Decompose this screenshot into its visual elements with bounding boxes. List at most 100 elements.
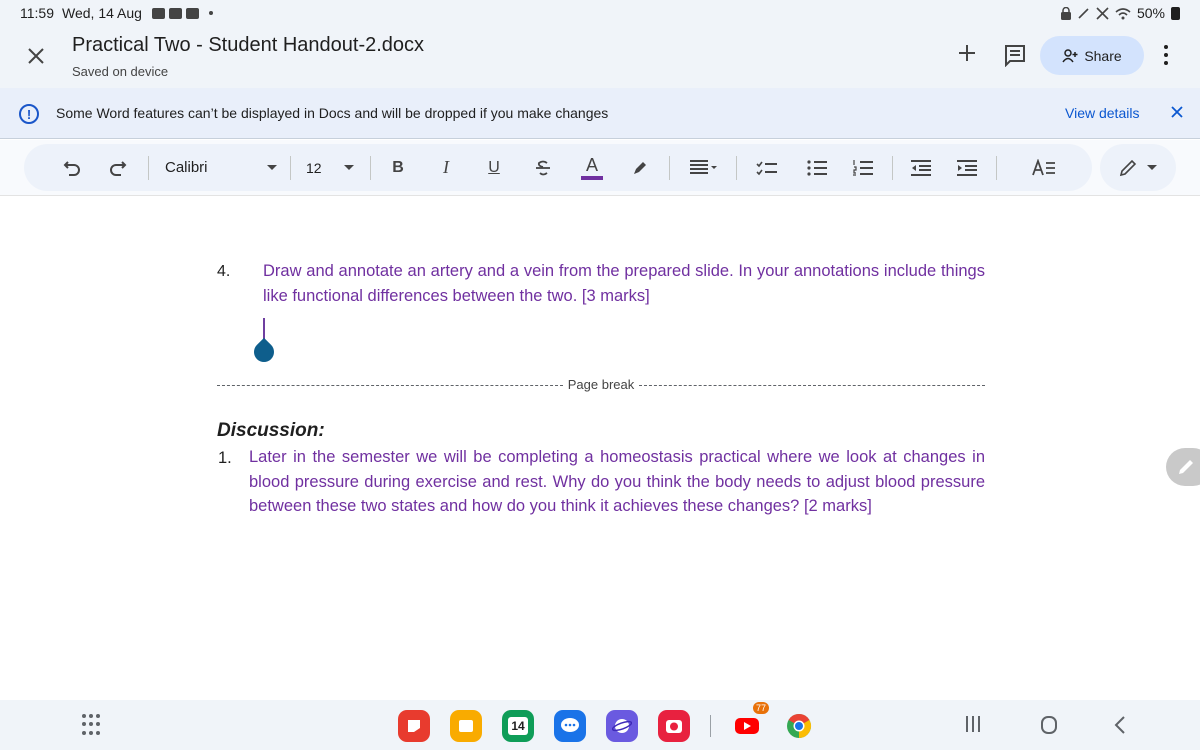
lens-icon bbox=[666, 720, 682, 733]
numbered-list-button[interactable] bbox=[850, 144, 876, 191]
bulleted-list-icon bbox=[807, 159, 827, 176]
back-button[interactable] bbox=[1114, 716, 1126, 736]
recents-icon bbox=[966, 716, 968, 732]
toolbar-divider bbox=[290, 156, 291, 180]
system-navigation-bar: 14 77 bbox=[0, 700, 1200, 750]
text-color-swatch bbox=[581, 175, 603, 180]
planet-icon bbox=[612, 719, 632, 733]
align-dropdown[interactable] bbox=[685, 144, 723, 191]
status-bar: 11:59 Wed, 14 Aug 50% bbox=[0, 0, 1200, 26]
comment-icon bbox=[1005, 45, 1025, 68]
toolbar-divider bbox=[669, 156, 670, 180]
comments-button[interactable] bbox=[1003, 43, 1027, 68]
folder-shape-icon bbox=[459, 720, 473, 732]
undo-button[interactable] bbox=[60, 144, 84, 191]
camera-icon[interactable] bbox=[658, 710, 690, 742]
warning-message: Some Word features can’t be displayed in… bbox=[56, 105, 609, 121]
font-family-dropdown[interactable]: Calibri bbox=[165, 144, 277, 191]
cursor-handle[interactable] bbox=[249, 337, 279, 367]
question-text[interactable]: Draw and annotate an artery and a vein f… bbox=[263, 259, 985, 308]
notification-icons bbox=[151, 7, 213, 19]
bulleted-list-button[interactable] bbox=[804, 144, 830, 191]
lock-icon bbox=[1060, 6, 1071, 20]
gallery-notification-icon bbox=[151, 7, 165, 19]
document-title[interactable]: Practical Two - Student Handout-2.docx bbox=[72, 34, 424, 57]
page-break-line bbox=[639, 385, 985, 386]
text-format-icon bbox=[1032, 158, 1055, 175]
discussion-number: 1. bbox=[218, 449, 232, 467]
internet-icon[interactable] bbox=[606, 710, 638, 742]
bold-button[interactable]: B bbox=[388, 144, 408, 191]
page-break: Page break bbox=[217, 375, 985, 395]
info-alert-icon: ! bbox=[19, 104, 39, 124]
align-left-icon bbox=[690, 159, 717, 174]
document-canvas[interactable]: 4. Draw and annotate an artery and a vei… bbox=[0, 197, 1200, 700]
youtube-icon[interactable]: 77 bbox=[731, 702, 769, 742]
strikethrough-icon bbox=[536, 160, 550, 175]
status-date: Wed, 14 Aug bbox=[62, 5, 142, 21]
app-dock: 14 77 bbox=[398, 702, 815, 742]
calendar-icon[interactable]: 14 bbox=[502, 710, 534, 742]
chevron-down-icon bbox=[344, 165, 354, 170]
increase-indent-button[interactable] bbox=[954, 144, 980, 191]
notes-icon[interactable] bbox=[450, 710, 482, 742]
italic-button[interactable]: I bbox=[436, 144, 456, 191]
page-break-line bbox=[217, 385, 563, 386]
more-notifications-dot bbox=[208, 11, 213, 15]
pencil-icon bbox=[1179, 460, 1193, 474]
decrease-indent-button[interactable] bbox=[908, 144, 934, 191]
chrome-logo-icon bbox=[787, 713, 812, 738]
decrease-indent-icon bbox=[911, 159, 931, 176]
battery-icon bbox=[1171, 6, 1180, 20]
more-options-button[interactable] bbox=[1156, 40, 1176, 70]
dismiss-warning-button[interactable] bbox=[1166, 101, 1188, 123]
discussion-text[interactable]: Later in the semester we will be complet… bbox=[249, 445, 985, 519]
text-format-button[interactable] bbox=[1030, 144, 1058, 191]
view-details-link[interactable]: View details bbox=[1065, 105, 1139, 121]
font-size-dropdown[interactable]: 12 bbox=[306, 144, 354, 191]
close-document-button[interactable] bbox=[22, 42, 50, 70]
share-button[interactable]: Share bbox=[1040, 36, 1144, 75]
strikethrough-button[interactable] bbox=[532, 144, 554, 191]
toolbar-divider bbox=[996, 156, 997, 180]
flip-notes-icon[interactable] bbox=[398, 710, 430, 742]
youtube-badge: 77 bbox=[752, 702, 769, 714]
toolbar-divider bbox=[148, 156, 149, 180]
insert-button[interactable] bbox=[952, 38, 982, 68]
checklist-button[interactable] bbox=[754, 144, 780, 191]
text-color-button[interactable]: A bbox=[580, 144, 604, 191]
text-color-letter: A bbox=[585, 154, 598, 175]
chrome-icon[interactable] bbox=[783, 710, 815, 742]
status-right: 50% bbox=[1060, 5, 1180, 21]
close-icon bbox=[28, 48, 44, 64]
chevron-down-icon bbox=[1147, 165, 1157, 170]
toolbar-divider bbox=[892, 156, 893, 180]
pen-status-icon bbox=[1078, 8, 1089, 19]
recent-apps-button[interactable] bbox=[966, 716, 980, 732]
app-drawer-button[interactable] bbox=[82, 714, 100, 736]
toolbar-divider bbox=[370, 156, 371, 180]
plus-icon bbox=[959, 45, 975, 61]
highlight-button[interactable] bbox=[628, 144, 652, 191]
close-icon bbox=[1171, 106, 1183, 118]
apps-grid-icon bbox=[82, 714, 86, 718]
compatibility-warning-bar: ! Some Word features can’t be displayed … bbox=[0, 88, 1200, 139]
chevron-down-icon bbox=[267, 165, 277, 170]
pen-tool-dropdown[interactable] bbox=[1100, 144, 1176, 191]
question-number: 4. bbox=[217, 263, 231, 280]
checklist-icon bbox=[756, 161, 777, 175]
toolbar-divider bbox=[736, 156, 737, 180]
youtube-notification-icon bbox=[168, 7, 182, 19]
edit-fab-button[interactable] bbox=[1166, 448, 1200, 486]
play-icon bbox=[735, 718, 759, 734]
redo-button[interactable] bbox=[106, 144, 130, 191]
pen-icon bbox=[1119, 159, 1137, 176]
page-break-label: Page break bbox=[567, 377, 635, 392]
undo-icon bbox=[63, 160, 80, 176]
discussion-heading: Discussion: bbox=[217, 420, 325, 441]
highlighter-icon bbox=[634, 161, 646, 174]
increase-indent-icon bbox=[957, 159, 977, 176]
messages-icon[interactable] bbox=[554, 710, 586, 742]
home-button[interactable] bbox=[1041, 716, 1057, 734]
underline-button[interactable]: U bbox=[484, 144, 504, 191]
